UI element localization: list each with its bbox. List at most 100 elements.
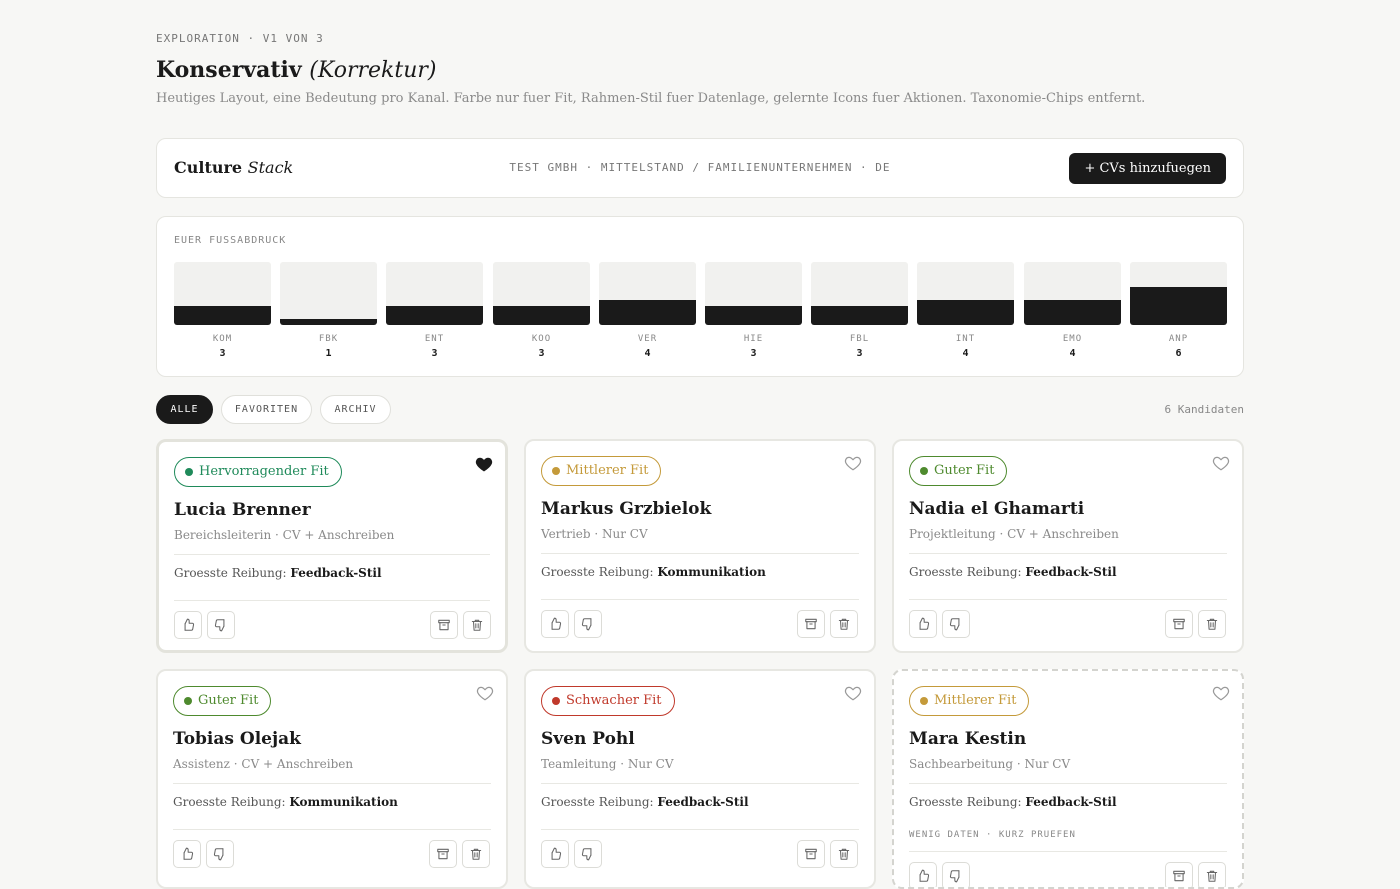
divider	[909, 599, 1227, 600]
bar-value: 1	[325, 348, 332, 359]
bar-value: 3	[538, 348, 545, 359]
bar-fill	[1024, 300, 1121, 325]
heart-icon[interactable]	[844, 454, 862, 472]
candidate-card[interactable]: Mittlerer Fit Markus Grzbielok Vertrieb · …	[524, 439, 876, 653]
footprint-bar-ver: VER 4	[599, 262, 696, 362]
candidate-card[interactable]: Guter Fit Tobias Olejak Assistenz · CV + A…	[156, 669, 508, 889]
candidate-card[interactable]: Mittlerer Fit Mara Kestin Sachbearbeitung …	[892, 669, 1244, 889]
candidate-role: Teamleitung · Nur CV	[541, 757, 674, 771]
bar-code: VER	[637, 334, 658, 344]
bar-track	[386, 262, 483, 325]
bar-code: ENT	[424, 334, 445, 344]
candidate-role: Bereichsleiterin · CV + Anschreiben	[174, 528, 395, 542]
bar-code: HIE	[743, 334, 764, 344]
thumbs-down-icon[interactable]	[206, 840, 234, 868]
bar-fill	[811, 306, 908, 325]
thumbs-up-icon[interactable]	[541, 610, 569, 638]
fit-badge: Guter Fit	[909, 456, 1008, 486]
candidate-card[interactable]: Hervorragender Fit Lucia Brenner Bereichsl…	[156, 439, 508, 653]
thumbs-up-icon[interactable]	[909, 862, 937, 887]
archive-icon[interactable]	[797, 840, 825, 868]
app-header: Culture Stack TEST GMBH · MITTELSTAND / …	[156, 138, 1244, 198]
tab-archiv[interactable]: ARCHIV	[320, 395, 391, 424]
bar-code: KOO	[531, 334, 552, 344]
divider	[541, 829, 859, 830]
trash-icon[interactable]	[1198, 862, 1226, 887]
bar-track	[1024, 262, 1121, 325]
fit-label: Schwacher Fit	[566, 693, 662, 708]
thumbs-down-icon[interactable]	[207, 611, 235, 639]
archive-icon[interactable]	[1165, 610, 1193, 638]
footprint-bar-fbk: FBK 1	[280, 262, 377, 362]
thumbs-down-icon[interactable]	[574, 610, 602, 638]
candidate-name: Lucia Brenner	[174, 500, 311, 520]
candidate-role: Vertrieb · Nur CV	[541, 527, 648, 541]
bar-track	[493, 262, 590, 325]
page-title-sub: (Korrektur)	[309, 58, 437, 83]
thumbs-up-icon[interactable]	[173, 840, 201, 868]
divider	[541, 599, 859, 600]
friction-label: Groesste Reibung:	[909, 795, 1022, 809]
friction-line: Groesste Reibung: Kommunikation	[173, 795, 398, 809]
tab-favoriten[interactable]: FAVORITEN	[221, 395, 312, 424]
bar-track	[174, 262, 271, 325]
bar-code: FBL	[849, 334, 870, 344]
thumbs-down-icon[interactable]	[942, 862, 970, 887]
add-cvs-button[interactable]: + CVs hinzufuegen	[1069, 153, 1226, 184]
divider	[541, 553, 859, 554]
friction-line: Groesste Reibung: Feedback-Stil	[174, 566, 382, 580]
trash-icon[interactable]	[830, 840, 858, 868]
footprint-bar-hie: HIE 3	[705, 262, 802, 362]
bar-value: 3	[750, 348, 757, 359]
thumbs-up-icon[interactable]	[174, 611, 202, 639]
fit-label: Hervorragender Fit	[199, 464, 329, 479]
heart-filled-icon[interactable]	[475, 455, 493, 473]
divider	[173, 783, 491, 784]
archive-icon[interactable]	[430, 611, 458, 639]
archive-icon[interactable]	[797, 610, 825, 638]
trash-icon[interactable]	[1198, 610, 1226, 638]
thumbs-up-icon[interactable]	[541, 840, 569, 868]
candidate-count: 6 Kandidaten	[1164, 403, 1244, 416]
bar-code: FBK	[318, 334, 339, 344]
fit-label: Guter Fit	[198, 693, 259, 708]
footprint-bar-fbl: FBL 3	[811, 262, 908, 362]
candidate-name: Sven Pohl	[541, 729, 635, 749]
thumbs-down-icon[interactable]	[574, 840, 602, 868]
divider	[909, 851, 1227, 852]
bar-track	[917, 262, 1014, 325]
heart-icon[interactable]	[1212, 454, 1230, 472]
friction-value: Kommunikation	[657, 565, 766, 579]
candidate-name: Markus Grzbielok	[541, 499, 712, 519]
heart-icon[interactable]	[1212, 684, 1230, 702]
thumbs-up-icon[interactable]	[909, 610, 937, 638]
trash-icon[interactable]	[463, 611, 491, 639]
bar-track	[280, 262, 377, 325]
page-title: Konservativ (Korrektur)	[156, 57, 436, 83]
trash-icon[interactable]	[830, 610, 858, 638]
heart-icon[interactable]	[844, 684, 862, 702]
bar-code: INT	[955, 334, 976, 344]
friction-line: Groesste Reibung: Feedback-Stil	[909, 795, 1117, 809]
archive-icon[interactable]	[1165, 862, 1193, 887]
candidate-card[interactable]: Guter Fit Nadia el Ghamarti Projektleitung…	[892, 439, 1244, 653]
trash-icon[interactable]	[462, 840, 490, 868]
friction-label: Groesste Reibung:	[174, 566, 287, 580]
footprint-bar-int: INT 4	[917, 262, 1014, 362]
fit-dot	[552, 697, 560, 705]
divider	[174, 600, 490, 601]
candidate-card[interactable]: Schwacher Fit Sven Pohl Teamleitung · Nur …	[524, 669, 876, 889]
thumbs-down-icon[interactable]	[942, 610, 970, 638]
friction-label: Groesste Reibung:	[173, 795, 286, 809]
friction-line: Groesste Reibung: Kommunikation	[541, 565, 766, 579]
tab-alle[interactable]: ALLE	[156, 395, 213, 424]
bar-value: 3	[431, 348, 438, 359]
fit-badge: Mittlerer Fit	[909, 686, 1030, 716]
archive-icon[interactable]	[429, 840, 457, 868]
fit-badge: Guter Fit	[173, 686, 272, 716]
candidate-role: Projektleitung · CV + Anschreiben	[909, 527, 1119, 541]
bar-fill	[386, 306, 483, 325]
heart-icon[interactable]	[476, 684, 494, 702]
fit-badge: Schwacher Fit	[541, 686, 675, 716]
bar-fill	[174, 306, 271, 325]
